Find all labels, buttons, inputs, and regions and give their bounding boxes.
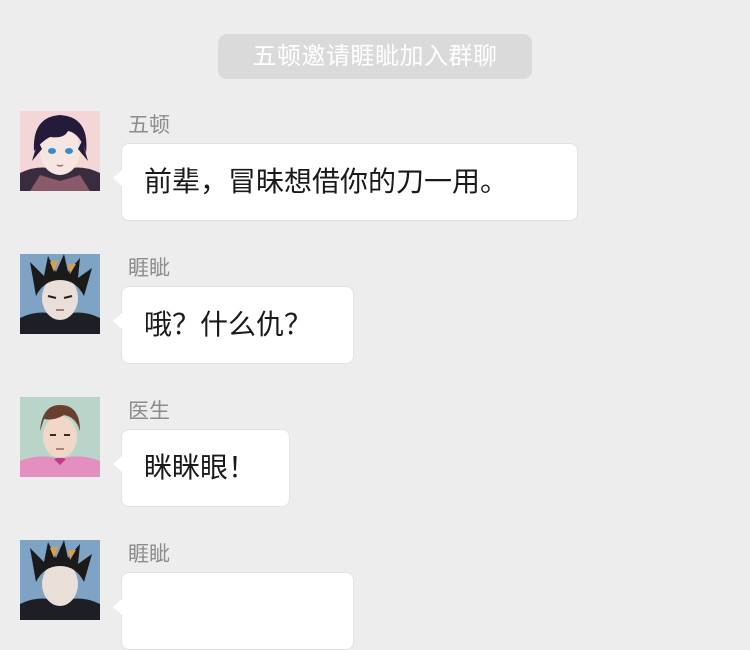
message-bubble[interactable]: 眯眯眼！: [113, 429, 290, 507]
sender-name: 睚眦: [128, 256, 170, 280]
message-bubble[interactable]: 前辈，冒昧想借你的刀一用。: [113, 143, 578, 221]
avatar-yazi[interactable]: [20, 540, 100, 620]
message-bubble[interactable]: 哦？什么仇？: [113, 286, 354, 364]
avatar-yazi[interactable]: [20, 254, 100, 334]
sender-name: 睚眦: [128, 542, 170, 566]
avatar-doctor[interactable]: [20, 397, 100, 477]
system-notice: 五顿邀请睚眦加入群聊: [218, 34, 532, 79]
avatar-wudun[interactable]: [20, 111, 100, 191]
sender-name: 五顿: [128, 113, 170, 137]
message-bubble[interactable]: [113, 572, 354, 650]
sender-name: 医生: [128, 399, 170, 423]
